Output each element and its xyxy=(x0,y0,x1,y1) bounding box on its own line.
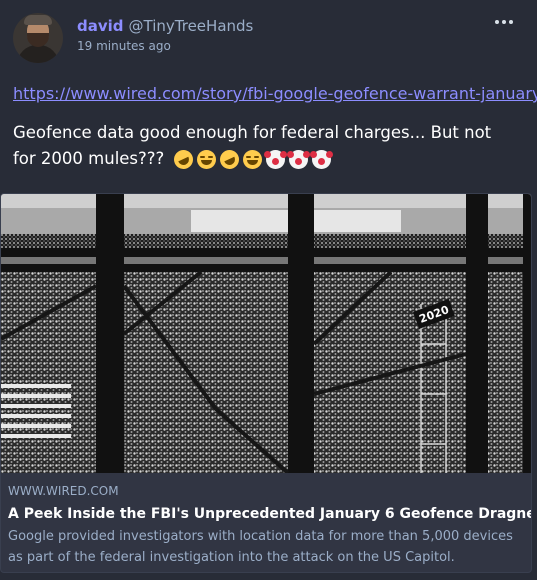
card-image[interactable]: 2020 xyxy=(1,194,531,473)
account-handle[interactable]: @TinyTreeHands xyxy=(129,17,254,35)
more-options-button[interactable] xyxy=(495,15,515,29)
card-title[interactable]: A Peek Inside the FBI's Unprecedented Ja… xyxy=(8,504,531,524)
status-post: david @TinyTreeHands 19 minutes ago https… xyxy=(0,0,537,580)
ellipsis-icon xyxy=(509,20,513,24)
rofl-icon xyxy=(216,146,242,173)
timestamp[interactable]: 19 minutes ago xyxy=(77,39,171,53)
crowd-photo: 2020 xyxy=(1,194,531,473)
avatar-body-shape xyxy=(17,45,59,63)
laughing-icon xyxy=(242,150,262,169)
card-provider: WWW.WIRED.COM xyxy=(8,484,119,498)
card-meta[interactable]: WWW.WIRED.COM A Peek Inside the FBI's Un… xyxy=(8,483,531,568)
emoji-row xyxy=(170,146,333,173)
author-name-line[interactable]: david @TinyTreeHands xyxy=(77,16,253,36)
status-link[interactable]: https://www.wired.com/story/fbi-google-g… xyxy=(13,83,537,105)
laughing-icon xyxy=(196,150,216,169)
ellipsis-icon xyxy=(502,20,506,24)
ellipsis-icon xyxy=(495,20,499,24)
display-name[interactable]: david xyxy=(77,17,124,35)
avatar-hat-shape xyxy=(24,15,52,25)
card-description: Google provided investigators with locat… xyxy=(8,529,513,565)
clown-icon xyxy=(263,150,287,169)
avatar[interactable] xyxy=(13,13,63,63)
clown-icon xyxy=(286,150,310,169)
rofl-icon xyxy=(170,146,196,173)
status-content: Geofence data good enough for federal ch… xyxy=(13,120,513,173)
link-preview-card[interactable]: 2020 WWW.WIRED.COM A Peek Inside the FBI… xyxy=(0,193,532,573)
clown-icon xyxy=(309,150,333,169)
